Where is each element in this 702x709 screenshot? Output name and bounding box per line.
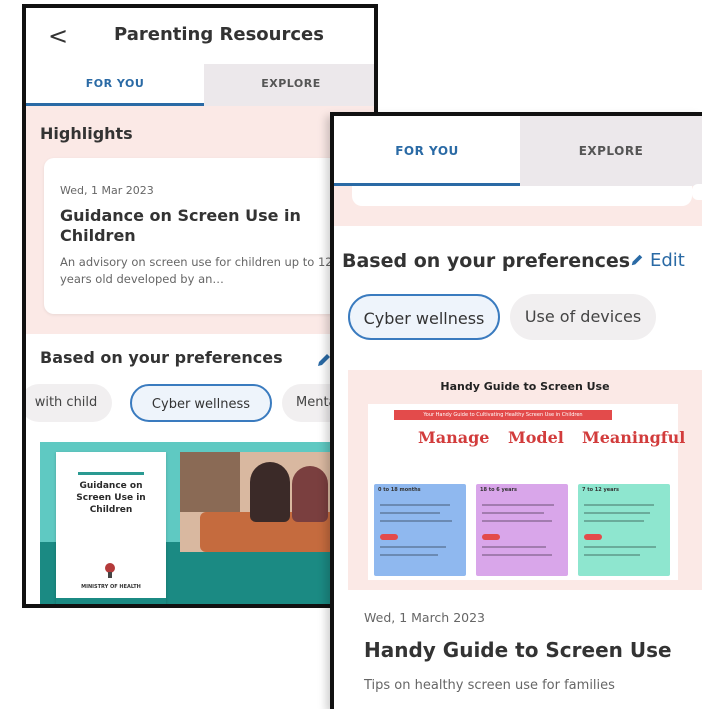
age-group-label: 7 to 12 years: [582, 487, 619, 493]
chip-cyber-wellness[interactable]: Cyber wellness: [348, 294, 500, 340]
tab-for-you[interactable]: FOR YOU: [334, 116, 520, 186]
chevron-left-icon[interactable]: <: [48, 22, 68, 50]
card-title[interactable]: Handy Guide to Screen Use: [364, 638, 672, 662]
image-title: Handy Guide to Screen Use: [440, 380, 610, 393]
card-date: Wed, 1 March 2023: [364, 610, 486, 625]
pillar-manage: Manage: [418, 428, 490, 447]
age-group-panel: 0 to 18 months: [374, 484, 466, 576]
pillar-meaningful: Meaningful: [582, 428, 686, 447]
chip-cyber-wellness[interactable]: Cyber wellness: [130, 384, 272, 422]
moh-logo-icon: [105, 563, 115, 578]
pencil-icon: [631, 254, 643, 266]
tab-bar: FOR YOU EXPLORE: [26, 64, 374, 106]
poster-org: MINISTRY OF HEALTH: [81, 584, 141, 590]
edit-label: Edit: [650, 250, 685, 271]
screenshot-for-you: < Parenting Resources FOR YOU EXPLORE Hi…: [22, 4, 378, 608]
preference-chips: with child Cyber wellness Menta: [26, 384, 374, 424]
chip-use-of-devices[interactable]: Use of devices: [510, 294, 656, 340]
infographic-banner: Your Handy Guide to Cultivating Healthy …: [394, 410, 612, 420]
age-group-panel: 7 to 12 years: [578, 484, 670, 576]
screen-use-infographic: Your Handy Guide to Cultivating Healthy …: [368, 404, 685, 580]
card-description: Tips on healthy screen use for families: [364, 678, 615, 693]
chip-with-child[interactable]: with child: [26, 384, 112, 422]
highlights-heading: Highlights: [40, 124, 133, 143]
card-date: Wed, 1 Mar 2023: [60, 184, 154, 197]
card-title: Guidance on Screen Use in Children: [60, 206, 301, 245]
age-group-panel: 18 to 6 years: [476, 484, 568, 576]
resource-image[interactable]: Handy Guide to Screen Use Your Handy Gui…: [348, 370, 702, 590]
age-group-label: 18 to 6 years: [480, 487, 517, 493]
preferences-heading: Based on your preferences: [40, 348, 283, 367]
age-group-label: 0 to 18 months: [378, 487, 421, 493]
tab-explore[interactable]: EXPLORE: [204, 64, 374, 106]
card-description: An advisory on screen use for children u…: [60, 255, 333, 286]
guidance-poster: Guidance on Screen Use in Children MINIS…: [56, 452, 166, 604]
edit-button[interactable]: Edit: [630, 250, 685, 271]
tab-bar: FOR YOU EXPLORE: [334, 116, 702, 186]
app-header: < Parenting Resources: [26, 8, 374, 64]
pillar-model: Model: [508, 428, 564, 447]
page-title: Parenting Resources: [114, 24, 324, 45]
highlight-card[interactable]: Wed, 1 Mar 2023 Guidance on Screen Use i…: [44, 158, 364, 314]
preferences-heading: Based on your preferences: [342, 250, 631, 272]
poster-title: Guidance on Screen Use in Children: [76, 481, 146, 515]
preference-chips: Cyber wellness Use of devices: [334, 294, 702, 342]
tab-for-you[interactable]: FOR YOU: [26, 64, 204, 106]
resource-image[interactable]: Guidance on Screen Use in Children MINIS…: [40, 442, 374, 604]
tab-explore[interactable]: EXPLORE: [520, 116, 702, 186]
screenshot-preferences: FOR YOU EXPLORE Based on your preference…: [330, 112, 702, 709]
highlights-section: [334, 184, 702, 226]
